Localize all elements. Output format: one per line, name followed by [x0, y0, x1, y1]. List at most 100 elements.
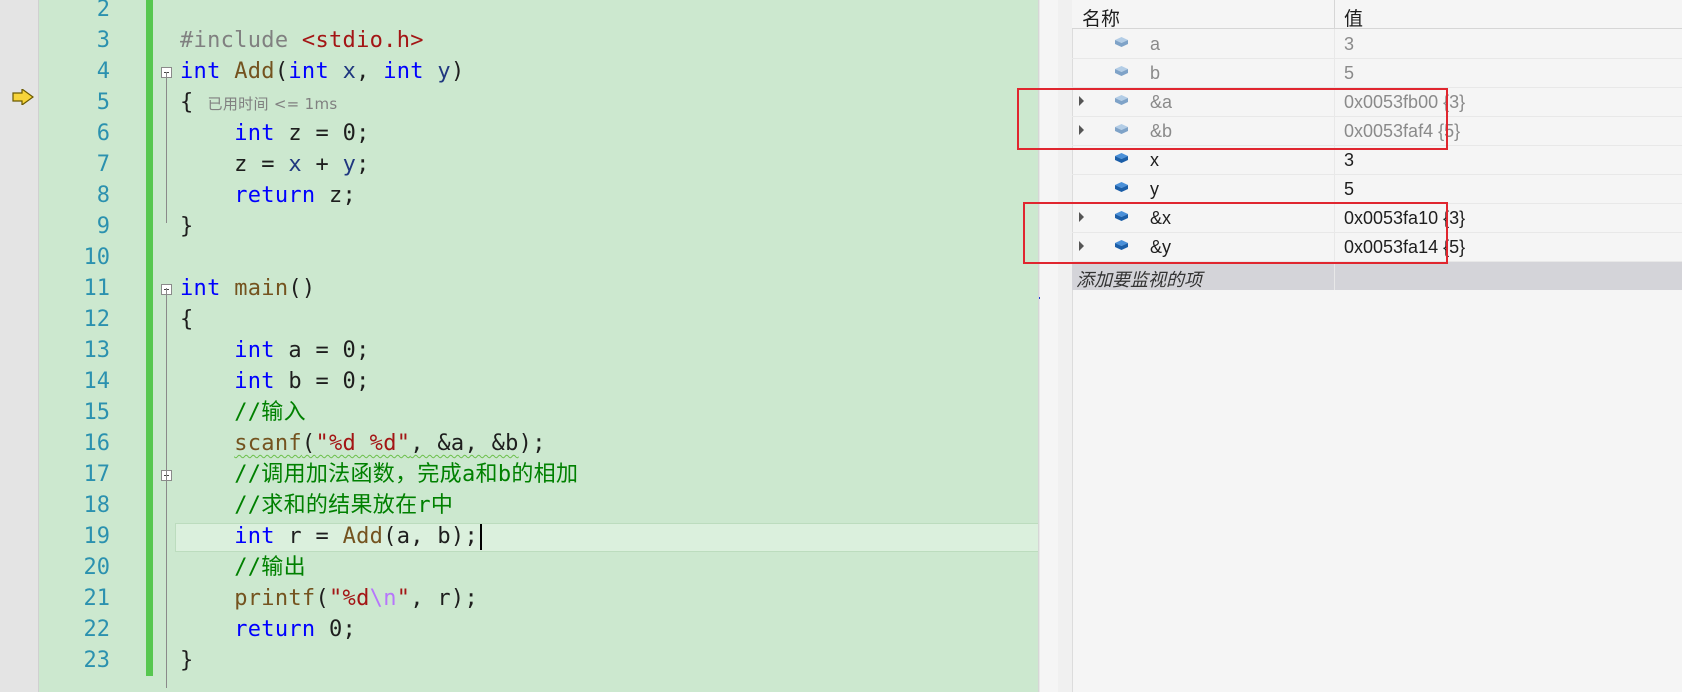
highlight-box-main-addresses: [1017, 88, 1448, 150]
line-number: 7: [96, 152, 110, 177]
code-text[interactable]: //求和的结果放在r中: [180, 493, 453, 518]
code-text[interactable]: return 0;: [180, 617, 356, 642]
code-line[interactable]: 21 printf("%d\n", r);: [38, 583, 1038, 614]
code-text[interactable]: //输入: [180, 400, 306, 425]
change-bar: [146, 521, 153, 552]
change-bar: [146, 25, 153, 56]
code-line[interactable]: 22 return 0;: [38, 614, 1038, 645]
code-text[interactable]: return z;: [180, 183, 356, 208]
watch-row[interactable]: b5: [1072, 58, 1682, 88]
column-separator: [1334, 174, 1335, 203]
code-line[interactable]: 18 //求和的结果放在r中: [38, 490, 1038, 521]
line-number: 14: [83, 369, 111, 394]
watch-name[interactable]: b: [1150, 63, 1160, 84]
line-number: 12: [83, 307, 111, 332]
code-line[interactable]: 4 int Add(int x, int y): [38, 56, 1038, 87]
code-line[interactable]: 3 #include <stdio.h>: [38, 25, 1038, 56]
code-token: }: [180, 214, 194, 239]
code-text[interactable]: int b = 0;: [180, 369, 370, 394]
line-number: 19: [83, 524, 111, 549]
watch-value[interactable]: 3: [1344, 34, 1354, 55]
code-text[interactable]: printf("%d\n", r);: [180, 586, 478, 611]
code-text[interactable]: {: [180, 307, 194, 332]
code-line[interactable]: 23}: [38, 645, 1038, 676]
line-number: 10: [83, 245, 111, 270]
code-line[interactable]: 15 //输入: [38, 397, 1038, 428]
watch-value[interactable]: 5: [1344, 179, 1354, 200]
change-bar: [146, 242, 153, 273]
code-line[interactable]: 7 z = x + y;: [38, 149, 1038, 180]
change-bar: [146, 118, 153, 149]
code-editor[interactable]: 2 3 #include <stdio.h> 4 int Add(int x, int …: [0, 0, 1040, 692]
code-line[interactable]: 10: [38, 242, 1038, 273]
code-token: int: [288, 59, 330, 84]
code-text[interactable]: //调用加法函数，完成a和b的相加: [180, 462, 578, 487]
code-token: int: [180, 276, 221, 301]
watch-name[interactable]: a: [1150, 34, 1160, 55]
code-line[interactable]: 16 scanf("%d %d", &a, &b);: [38, 428, 1038, 459]
code-text[interactable]: int a = 0;: [180, 338, 370, 363]
code-token: scanf: [234, 431, 302, 456]
column-header-name[interactable]: 名称: [1082, 4, 1120, 31]
code-text[interactable]: }: [180, 648, 194, 673]
code-text[interactable]: int z = 0;: [180, 121, 370, 146]
code-token: ,: [356, 59, 384, 84]
code-token: z =: [274, 121, 343, 146]
code-text[interactable]: int Add(int x, int y): [180, 59, 464, 84]
change-bar: [146, 180, 153, 211]
code-text[interactable]: #include <stdio.h>: [180, 28, 424, 53]
column-header-value[interactable]: 值: [1344, 4, 1363, 31]
code-text[interactable]: scanf("%d %d", &a, &b);: [180, 431, 546, 456]
code-line[interactable]: 6 int z = 0;: [38, 118, 1038, 149]
column-separator[interactable]: [1334, 0, 1335, 28]
code-token: 0;: [315, 617, 357, 642]
add-watch-row[interactable]: 添加要监视的项: [1072, 262, 1682, 290]
line-number: 17: [83, 462, 111, 487]
code-token: //输入: [234, 400, 306, 425]
code-text[interactable]: //输出: [180, 555, 306, 580]
code-text[interactable]: int main(): [180, 276, 315, 301]
code-line[interactable]: 8 return z;: [38, 180, 1038, 211]
glyph-margin[interactable]: [0, 0, 39, 692]
code-line[interactable]: 5 {已用时间 <= 1ms: [38, 87, 1038, 118]
line-number: 11: [83, 276, 111, 301]
code-text[interactable]: int r = Add(a, b);: [180, 524, 483, 550]
variable-icon: [1115, 37, 1128, 47]
code-line[interactable]: 14 int b = 0;: [38, 366, 1038, 397]
watch-name[interactable]: y: [1150, 179, 1159, 200]
watch-value[interactable]: 5: [1344, 63, 1354, 84]
change-bar: [146, 273, 153, 304]
code-text[interactable]: }: [180, 214, 194, 239]
text-caret: [480, 524, 483, 550]
watch-name[interactable]: x: [1150, 150, 1159, 171]
watch-value[interactable]: 3: [1344, 150, 1354, 171]
code-text[interactable]: {已用时间 <= 1ms: [180, 90, 338, 117]
change-bar: [146, 614, 153, 645]
code-token: Add: [234, 59, 275, 84]
code-line[interactable]: 17 //调用加法函数，完成a和b的相加: [38, 459, 1038, 490]
code-text[interactable]: z = x + y;: [180, 152, 370, 177]
code-line[interactable]: 13 int a = 0;: [38, 335, 1038, 366]
add-watch-placeholder[interactable]: 添加要监视的项: [1076, 266, 1202, 292]
watch-row[interactable]: y5: [1072, 174, 1682, 204]
code-token: main: [234, 276, 289, 301]
code-line[interactable]: 19 int r = Add(a, b);: [38, 521, 1040, 552]
code-line[interactable]: 11 int main(): [38, 273, 1038, 304]
code-line[interactable]: 12 {: [38, 304, 1038, 335]
perf-tip[interactable]: 已用时间 <= 1ms: [208, 95, 338, 113]
change-bar: [146, 583, 153, 614]
watch-window[interactable]: 名称 值 a 3 b 5 &a 0x0053fb00 {3} &b 0x0053faf4 {5…: [1017, 0, 1682, 692]
line-number: 9: [96, 214, 110, 239]
code-lines[interactable]: 2 3 #include <stdio.h> 4 int Add(int x, int …: [38, 0, 1040, 692]
code-token: y: [342, 152, 357, 177]
code-line[interactable]: 2: [38, 0, 1038, 25]
watch-row[interactable]: a3: [1072, 29, 1682, 59]
code-line[interactable]: 9}: [38, 211, 1038, 242]
code-line[interactable]: 20 //输出: [38, 552, 1038, 583]
